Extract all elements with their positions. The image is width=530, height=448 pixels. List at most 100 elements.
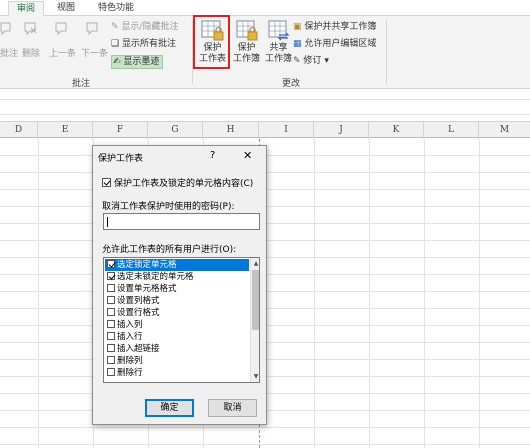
protect-workbook-label-2: 工作簿 [232,54,260,64]
permission-select-locked-cells[interactable]: 选定锁定单元格 [105,259,249,271]
comment-partial-label: 批注 [0,49,19,59]
list-item-label: 删除行 [117,368,143,378]
column-header-d[interactable]: D [0,122,38,139]
dialog-title: 保护工作表 [98,154,144,164]
grid-line [314,139,315,448]
list-item-label: 设置单元格格式 [117,284,177,294]
column-header-e[interactable]: E [38,122,93,139]
protect-and-share-label: 保护并共享工作簿 [304,22,377,32]
permission-delete-rows[interactable]: 删除行 [105,367,249,379]
column-header-h[interactable]: H [203,122,259,139]
chevron-down-icon: ▾ [324,56,329,66]
previous-comment-label: 上一条 [49,49,77,59]
help-button[interactable]: ? [210,150,215,161]
permission-format-rows[interactable]: 设置行格式 [105,307,249,319]
checkbox-checked-icon [107,272,115,280]
protect-sheet-checkbox[interactable]: 保护工作表及锁定的单元格内容(C) [102,176,253,189]
track-changes-icon: ✎ [293,56,301,66]
protect-workbook-icon [236,20,257,41]
share-workbook-label-1: 共享 [269,43,288,53]
scroll-up-icon[interactable]: ▲ [252,259,259,268]
ribbon: 批注 删除 上一条 下一条 ✎ 显示/隐藏批注 ❑ 显示所有批注 ✍ 显示墨迹 … [0,16,530,89]
show-ink-label: 显示墨迹 [123,57,160,67]
track-changes-label: 修订 [303,56,322,66]
protect-workbook-button[interactable]: 保护 工作簿 [230,18,263,74]
list-scrollbar[interactable]: ▲ ▼ [250,258,259,382]
group-separator [386,20,387,84]
allow-users-label: 允许此工作表的所有用户进行(O): [102,245,237,255]
formula-bar[interactable] [0,99,530,115]
show-all-comments-label: 显示所有批注 [121,39,176,49]
scroll-down-icon[interactable]: ▼ [252,372,259,381]
allow-edit-ranges-label: 允许用户编辑区域 [304,39,377,49]
column-header-j[interactable]: J [314,122,369,139]
checkbox-icon [107,320,115,328]
show-hide-comment-button[interactable]: ✎ 显示/隐藏批注 [111,20,178,34]
delete-comment-label: 删除 [22,49,41,59]
password-input[interactable] [103,213,260,230]
checkbox-icon [107,296,115,304]
tab-view[interactable]: 视图 [52,1,80,16]
text-cursor [107,217,108,227]
permission-insert-columns[interactable]: 插入列 [105,319,249,331]
permissions-list[interactable]: 选定锁定单元格 选定未锁定的单元格 设置单元格格式 设置列格式 设置行格式 插入… [103,257,260,383]
comments-group-label: 批注 [72,79,91,89]
previous-comment-button[interactable] [55,22,69,39]
column-header-i[interactable]: I [259,122,314,139]
tab-special-features[interactable]: 特色功能 [92,1,140,16]
protect-workbook-label-1: 保护 [237,43,256,53]
new-comment-button[interactable] [0,22,12,39]
checkbox-icon [107,284,115,292]
grid-line [369,139,370,448]
protect-sheet-highlight [193,15,230,69]
column-header-f[interactable]: F [93,122,148,139]
delete-comment-button[interactable] [24,22,38,39]
permission-insert-hyperlinks[interactable]: 插入超链接 [105,343,249,355]
checkbox-icon [107,344,115,352]
column-header-l[interactable]: L [424,122,479,139]
protect-and-share-button[interactable]: ▣ 保护并共享工作簿 [293,20,376,34]
next-comment-button[interactable] [86,22,100,39]
close-button[interactable]: ✕ [243,149,252,162]
scrollbar-thumb[interactable] [252,270,259,330]
protect-sheet-checkbox-label: 保护工作表及锁定的单元格内容(C) [114,179,254,189]
cancel-button[interactable]: 取消 [208,399,257,417]
tab-review[interactable]: 审阅 [8,1,44,16]
list-item-label: 插入列 [117,320,143,330]
column-header-row: D E F G H I J K L M [0,121,530,139]
share-workbook-icon [268,20,290,41]
column-header-g[interactable]: G [148,122,203,139]
track-changes-button[interactable]: ✎ 修订 ▾ [293,54,329,68]
checkbox-icon [107,308,115,316]
show-all-comments-button[interactable]: ❑ 显示所有批注 [111,37,176,51]
column-header-m[interactable]: M [479,122,530,139]
show-hide-comment-label: 显示/隐藏批注 [121,22,179,32]
show-hide-comment-icon: ✎ [111,22,119,32]
list-item-label: 选定未锁定的单元格 [117,272,194,282]
checkbox-checked-icon [102,178,111,187]
permission-select-unlocked-cells[interactable]: 选定未锁定的单元格 [105,271,249,283]
permission-format-cells[interactable]: 设置单元格格式 [105,283,249,295]
list-item-label: 插入超链接 [117,344,160,354]
permission-delete-columns[interactable]: 删除列 [105,355,249,367]
show-ink-button[interactable]: ✍ 显示墨迹 [111,55,164,69]
share-workbook-button[interactable]: 共享 工作簿 [262,18,295,74]
grid-line [479,139,480,448]
checkbox-icon [107,368,115,376]
ok-button[interactable]: 确定 [145,399,194,417]
permission-insert-rows[interactable]: 插入行 [105,331,249,343]
comment-icon [0,22,11,36]
list-item-label: 设置行格式 [117,308,160,318]
delete-comment-icon [24,22,37,36]
share-workbook-label-2: 工作簿 [264,54,292,64]
list-item-label: 删除列 [117,356,143,366]
checkbox-checked-icon [107,260,115,268]
ink-icon: ✍ [113,57,121,67]
list-item-label: 设置列格式 [117,296,160,306]
allow-edit-ranges-button[interactable]: ▦ 允许用户编辑区域 [293,37,376,51]
protect-sheet-dialog: 保护工作表 ? ✕ 保护工作表及锁定的单元格内容(C) 取消工作表保护时使用的密… [92,145,267,425]
next-comment-label: 下一条 [81,49,109,59]
column-header-k[interactable]: K [369,122,424,139]
show-all-comments-icon: ❑ [111,39,120,49]
permission-format-columns[interactable]: 设置列格式 [105,295,249,307]
